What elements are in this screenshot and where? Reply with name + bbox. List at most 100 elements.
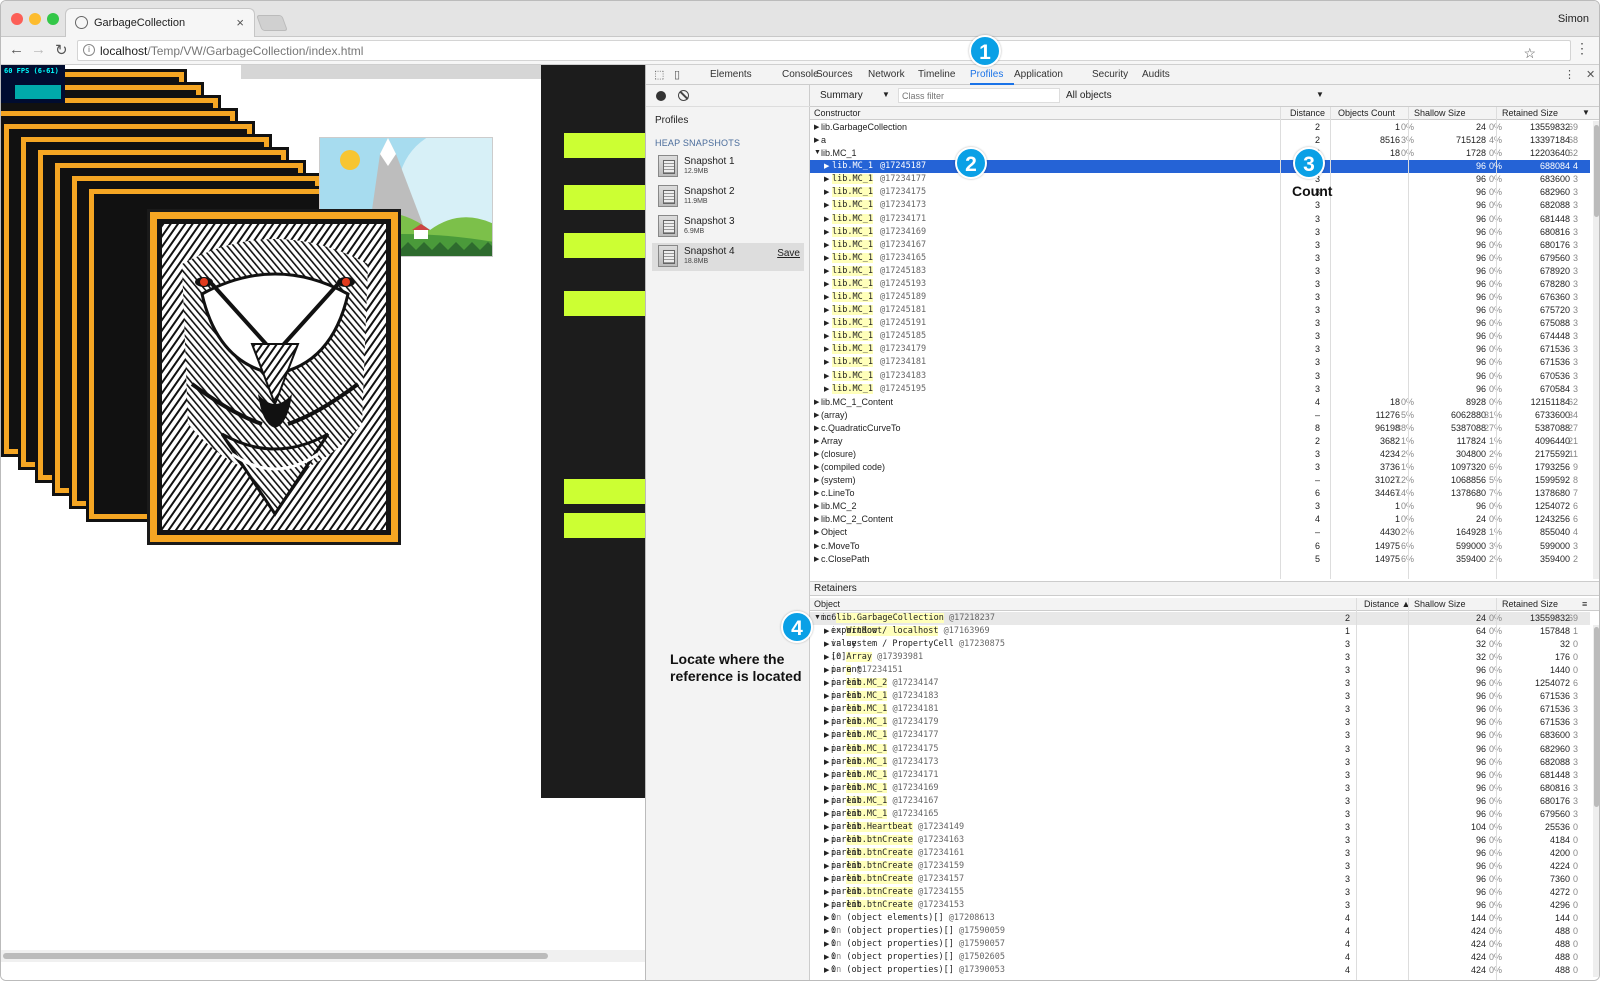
retainer-row[interactable]: ▶parent in a @172341513960%14400 bbox=[810, 664, 1590, 677]
tab-console[interactable]: Console bbox=[782, 69, 819, 80]
scrollbar-thumb[interactable] bbox=[3, 953, 548, 959]
instance-row[interactable]: ▶lib.MC_1@172451873960%6880844 bbox=[810, 160, 1590, 174]
retainer-row[interactable]: ▶parent in lib.MC_1 @172341813960%671536… bbox=[810, 703, 1590, 716]
expand-arrow-icon[interactable]: ▶ bbox=[824, 358, 829, 366]
expand-arrow-icon[interactable]: ▶ bbox=[824, 797, 829, 805]
constructor-row[interactable]: ▼lib.MC_13180%17280%1220364062 bbox=[810, 147, 1590, 160]
bookmark-star-icon[interactable]: ☆ bbox=[1523, 45, 1536, 62]
tab-sources[interactable]: Sources bbox=[816, 69, 853, 80]
instance-row[interactable]: ▶lib.MC_1@172341813960%6715363 bbox=[810, 356, 1590, 369]
expand-arrow-icon[interactable]: ▶ bbox=[824, 228, 829, 236]
expand-arrow-icon[interactable]: ▶ bbox=[814, 398, 819, 406]
expand-arrow-icon[interactable]: ▶ bbox=[824, 640, 829, 648]
column-header[interactable]: Distance bbox=[1290, 108, 1325, 118]
instance-row[interactable]: ▶lib.MC_1@172341713960%6814483 bbox=[810, 213, 1590, 226]
expand-arrow-icon[interactable]: ▶ bbox=[824, 914, 829, 922]
retainer-row[interactable]: ▶parent in lib.MC_2 @172341473960%125407… bbox=[810, 677, 1590, 690]
expand-arrow-icon[interactable]: ▶ bbox=[824, 201, 829, 209]
snapshot-item[interactable]: Snapshot 4 18.8MB Save bbox=[652, 243, 804, 271]
expand-arrow-icon[interactable]: ▶ bbox=[814, 542, 819, 550]
expand-arrow-icon[interactable]: ▶ bbox=[824, 241, 829, 249]
instance-row[interactable]: ▶lib.MC_1@172341733960%6820883 bbox=[810, 199, 1590, 212]
devtools-menu-icon[interactable]: ⋮ bbox=[1564, 68, 1575, 81]
expand-arrow-icon[interactable]: ▶ bbox=[814, 437, 819, 445]
expand-arrow-icon[interactable]: ▶ bbox=[824, 162, 829, 170]
expand-arrow-icon[interactable]: ▶ bbox=[824, 679, 829, 687]
new-tab-button[interactable] bbox=[256, 15, 288, 31]
expand-arrow-icon[interactable]: ▶ bbox=[824, 306, 829, 314]
instance-row[interactable]: ▶lib.MC_1@172451953960%6705843 bbox=[810, 383, 1590, 396]
close-window-button[interactable] bbox=[11, 13, 23, 25]
chevron-down-icon[interactable]: ▼ bbox=[882, 90, 890, 99]
retainer-row[interactable]: ▶parent in lib.MC_1 @172341653960%679560… bbox=[810, 808, 1590, 821]
instance-row[interactable]: ▶lib.MC_1@172341793960%6715363 bbox=[810, 343, 1590, 356]
constructor-row[interactable]: ▶c.ClosePath5149756%3594002%3594002 bbox=[810, 553, 1590, 566]
snapshot-item[interactable]: Snapshot 1 12.9MB bbox=[652, 153, 804, 181]
constructor-row[interactable]: ▶Array236821%1178241%409644021 bbox=[810, 435, 1590, 448]
constructor-row[interactable]: ▶a285163%7151284%1339718468 bbox=[810, 134, 1590, 147]
expand-arrow-icon[interactable]: ▶ bbox=[814, 411, 819, 419]
column-header[interactable]: Shallow Size bbox=[1414, 108, 1466, 118]
column-header[interactable]: Retained Size bbox=[1502, 108, 1558, 118]
expand-arrow-icon[interactable]: ▶ bbox=[824, 175, 829, 183]
expand-arrow-icon[interactable]: ▶ bbox=[824, 823, 829, 831]
column-header[interactable]: Retained Size bbox=[1502, 599, 1558, 609]
expand-arrow-icon[interactable]: ▶ bbox=[814, 463, 819, 471]
inspect-element-icon[interactable]: ⬚ bbox=[654, 68, 664, 81]
expand-arrow-icon[interactable]: ▶ bbox=[824, 953, 829, 961]
expand-arrow-icon[interactable]: ▶ bbox=[824, 627, 829, 635]
retainer-row[interactable]: ▶parent in lib.btnCreate @172341533960%4… bbox=[810, 899, 1590, 912]
objects-select[interactable]: All objects bbox=[1066, 90, 1112, 101]
instance-row[interactable]: ▶lib.MC_1@172451833960%6789203 bbox=[810, 265, 1590, 278]
expand-arrow-icon[interactable]: ▶ bbox=[824, 836, 829, 844]
view-select[interactable]: Summary bbox=[820, 90, 863, 101]
retainer-row[interactable]: ▶parent in lib.btnCreate @172341633960%4… bbox=[810, 834, 1590, 847]
retainer-row[interactable]: ▶parent in lib.MC_1 @172341733960%682088… bbox=[810, 756, 1590, 769]
tab-close-button[interactable]: × bbox=[236, 15, 244, 30]
expand-arrow-icon[interactable]: ▶ bbox=[824, 692, 829, 700]
info-icon[interactable]: i bbox=[83, 44, 95, 56]
retainer-row[interactable]: ▶[0] in Array @173939813320%1760 bbox=[810, 651, 1590, 664]
instance-row[interactable]: ▶lib.MC_1@172341753960%6829603 bbox=[810, 186, 1590, 199]
tab-elements[interactable]: Elements bbox=[710, 69, 752, 80]
instance-row[interactable]: ▶lib.MC_1@172341653960%6795603 bbox=[810, 252, 1590, 265]
column-header[interactable]: Objects Count bbox=[1338, 108, 1395, 118]
maximize-window-button[interactable] bbox=[47, 13, 59, 25]
instance-row[interactable]: ▶lib.MC_1@172341673960%6801763 bbox=[810, 239, 1590, 252]
expand-arrow-icon[interactable]: ▶ bbox=[814, 476, 819, 484]
retainer-row[interactable]: ▶parent in lib.btnCreate @172341573960%7… bbox=[810, 873, 1590, 886]
expand-arrow-icon[interactable]: ▶ bbox=[814, 515, 819, 523]
constructor-row[interactable]: ▶ c.QuadraticCurveTo 8 96198 38% 5387088 27% 53… bbox=[810, 422, 1590, 435]
expand-arrow-icon[interactable]: ▶ bbox=[814, 555, 819, 563]
instance-row[interactable]: ▶lib.MC_1@172451913960%6750883 bbox=[810, 317, 1590, 330]
expand-arrow-icon[interactable]: ▶ bbox=[824, 372, 829, 380]
clear-icon[interactable] bbox=[678, 90, 689, 101]
retainer-row[interactable]: ▶parent in lib.MC_1 @172341713960%681448… bbox=[810, 769, 1590, 782]
sort-chevron-icon[interactable]: ▼ bbox=[1582, 108, 1590, 117]
snapshot-item[interactable]: Snapshot 3 6.9MB bbox=[652, 213, 804, 241]
constructor-row[interactable]: ▶lib.MC_1_Content4180%89280%1215118462 bbox=[810, 396, 1590, 409]
record-icon[interactable] bbox=[656, 91, 666, 101]
reload-button[interactable]: ↻ bbox=[55, 41, 68, 59]
retainer-row[interactable]: ▶parent in lib.MC_1 @172341773960%683600… bbox=[810, 729, 1590, 742]
retainer-row[interactable]: ▶ 0 in (object properties)[] @17590059 4 42… bbox=[810, 925, 1590, 938]
minimize-window-button[interactable] bbox=[29, 13, 41, 25]
expand-arrow-icon[interactable]: ▶ bbox=[824, 927, 829, 935]
expand-arrow-icon[interactable]: ▶ bbox=[824, 940, 829, 948]
retainer-row[interactable]: ▼ mc6 in lib.GarbageCollection @17218237 2… bbox=[810, 612, 1590, 625]
expand-arrow-icon[interactable]: ▶ bbox=[814, 502, 819, 510]
expand-arrow-icon[interactable]: ▶ bbox=[824, 810, 829, 818]
tab-security[interactable]: Security bbox=[1092, 69, 1128, 80]
expand-arrow-icon[interactable]: ▶ bbox=[824, 745, 829, 753]
expand-arrow-icon[interactable]: ▶ bbox=[824, 345, 829, 353]
retainers-scrollbar[interactable] bbox=[1593, 625, 1599, 977]
collapse-arrow-icon[interactable]: ▼ bbox=[814, 149, 821, 156]
snapshot-item[interactable]: Snapshot 2 11.9MB bbox=[652, 183, 804, 211]
retainer-row[interactable]: ▶ 0 in (object properties)[] @17590057 4 42… bbox=[810, 938, 1590, 951]
expand-arrow-icon[interactable]: ▶ bbox=[824, 254, 829, 262]
horizontal-scrollbar[interactable] bbox=[1, 950, 645, 962]
instance-row[interactable]: ▶lib.MC_1@172341833960%6705363 bbox=[810, 370, 1590, 383]
retainer-row[interactable]: ▶parent in lib.btnCreate @172341553960%4… bbox=[810, 886, 1590, 899]
column-header[interactable]: Distance ▲ bbox=[1364, 599, 1410, 609]
forward-button[interactable]: → bbox=[31, 41, 46, 58]
